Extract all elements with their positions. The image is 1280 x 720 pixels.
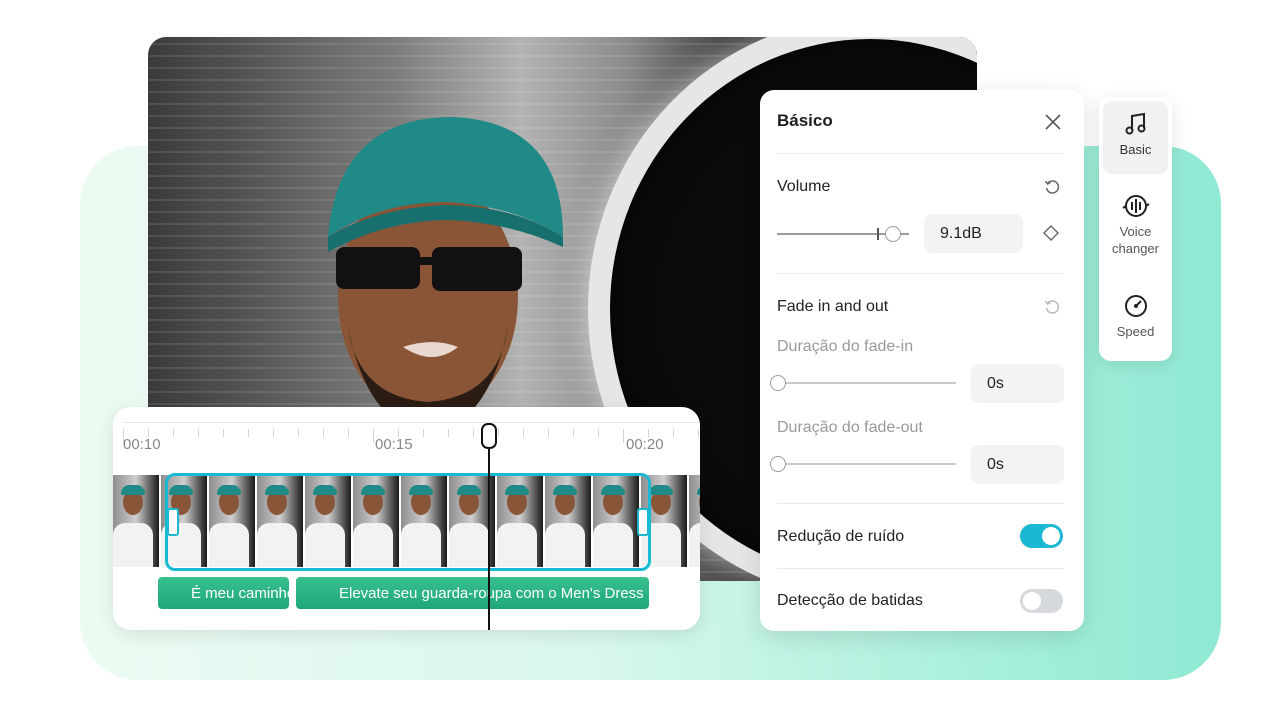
ruler-tick — [598, 429, 599, 437]
toggle-knob — [1023, 592, 1041, 610]
fade-out-label: Duração do fade-out — [777, 419, 923, 436]
ruler-tick — [223, 429, 224, 437]
ruler-tick — [323, 429, 324, 437]
ruler-tick — [673, 429, 674, 437]
ruler-tick — [423, 429, 424, 437]
basic-properties-panel: Básico Volume 9.1dB Fade in and out Dura… — [760, 90, 1084, 631]
playhead-line[interactable] — [488, 432, 490, 630]
video-frame-thumbnail — [689, 475, 700, 567]
volume-label: Volume — [777, 178, 831, 195]
beat-detection-toggle[interactable] — [1020, 589, 1063, 613]
volume-value-field[interactable]: 9.1dB — [924, 214, 1023, 253]
timeline-panel[interactable]: 00:10 00:15 00:20 É meu caminho Elevate … — [113, 407, 700, 630]
selected-clip-outline[interactable] — [165, 473, 651, 571]
tab-speed-label: Speed — [1116, 324, 1155, 339]
close-icon[interactable] — [1045, 114, 1061, 130]
tab-voice-changer-label: Voice changer — [1112, 224, 1159, 256]
ruler-tick — [198, 429, 199, 437]
audio-clip[interactable]: É meu caminho — [158, 577, 289, 609]
ruler-tick — [573, 429, 574, 437]
playhead-handle[interactable] — [481, 423, 497, 449]
ruler-tick — [623, 429, 624, 443]
toggle-knob — [1042, 527, 1060, 545]
tab-speed[interactable]: Speed — [1103, 293, 1168, 340]
fade-out-slider-knob[interactable] — [770, 456, 786, 472]
ruler-tick — [448, 429, 449, 437]
fade-in-slider[interactable] — [770, 373, 956, 393]
volume-slider-knob[interactable] — [884, 226, 901, 242]
divider — [777, 273, 1064, 274]
clip-right-handle[interactable] — [637, 508, 649, 536]
divider — [777, 153, 1064, 154]
ruler-tick — [173, 429, 174, 437]
ruler-tick — [523, 429, 524, 437]
speed-icon — [1124, 295, 1147, 317]
time-label-10: 00:10 — [123, 436, 161, 453]
keyframe-diamond-icon[interactable] — [1043, 225, 1059, 241]
reset-fade-icon[interactable] — [1044, 299, 1060, 315]
fade-in-label: Duração do fade-in — [777, 338, 914, 355]
panel-title: Básico — [777, 111, 833, 130]
audio-clip-text: Elevate seu guarda-roupa com o Men's Dre… — [339, 584, 644, 602]
ruler-tick — [298, 429, 299, 437]
time-label-20: 00:20 — [626, 436, 664, 453]
side-tool-rail: Basic Voice changer Speed — [1099, 97, 1172, 361]
audio-clip[interactable]: Elevate seu guarda-roupa com o Men's Dre… — [296, 577, 649, 609]
ruler-tick — [498, 429, 499, 437]
video-frame-thumbnail — [113, 475, 159, 567]
divider — [777, 568, 1064, 569]
ruler-tick — [348, 429, 349, 437]
ruler-tick — [273, 429, 274, 437]
ruler-tick — [248, 429, 249, 437]
tab-voice-changer[interactable]: Voice changer — [1103, 193, 1168, 257]
ruler-tick — [698, 429, 699, 437]
tab-basic-label: Basic — [1119, 142, 1152, 157]
fade-out-slider[interactable] — [770, 454, 956, 474]
audio-clip-text: É meu caminho — [191, 584, 289, 602]
tab-basic[interactable]: Basic — [1103, 111, 1168, 158]
fade-out-value-field[interactable]: 0s — [971, 445, 1064, 484]
ruler-tick — [473, 429, 474, 437]
time-label-15: 00:15 — [375, 436, 413, 453]
ruler-tick — [548, 429, 549, 437]
timeline-ruler-line — [123, 422, 700, 423]
noise-reduction-toggle[interactable] — [1020, 524, 1063, 548]
fade-in-slider-knob[interactable] — [770, 375, 786, 391]
fade-in-value-field[interactable]: 0s — [971, 364, 1064, 403]
music-note-icon — [1125, 112, 1145, 135]
ruler-tick — [373, 429, 374, 443]
divider — [777, 503, 1064, 504]
reset-volume-icon[interactable] — [1044, 179, 1060, 195]
voice-changer-icon — [1121, 195, 1150, 217]
fade-label: Fade in and out — [777, 298, 889, 315]
volume-slider[interactable] — [777, 224, 909, 244]
clip-left-handle[interactable] — [167, 508, 179, 536]
